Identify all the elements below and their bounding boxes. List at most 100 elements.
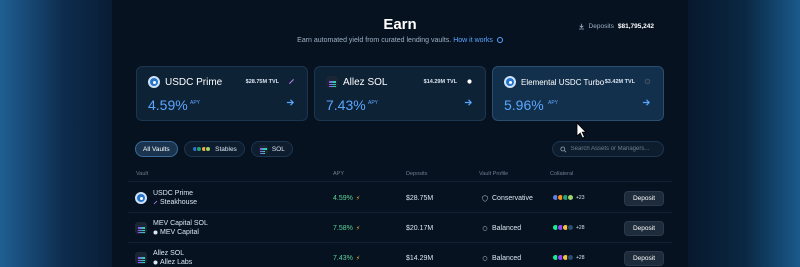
steakhouse-icon <box>289 79 294 84</box>
divider <box>128 181 672 182</box>
vault-apy: 7.43% ⚡ <box>333 255 360 262</box>
vault-curator: Steakhouse <box>153 199 197 206</box>
arrow-right-icon <box>286 99 295 106</box>
bolt-icon: ⚡ <box>355 256 361 262</box>
arrow-right-icon <box>464 99 473 106</box>
vault-deposits: $28.75M <box>406 195 434 202</box>
header-collateral: Collateral <box>550 171 574 177</box>
allez-labs-icon <box>467 79 472 84</box>
filter-sol[interactable]: SOL <box>250 141 293 157</box>
sol-icon <box>135 222 147 234</box>
apy-value: 7.58% <box>333 225 353 232</box>
card-apy-label: APY <box>190 100 201 106</box>
how-it-works-label: How it works <box>453 37 493 44</box>
usdc-icon <box>135 192 147 204</box>
card-tvl: $28.75M TVL <box>245 79 279 85</box>
steakhouse-icon <box>153 200 158 205</box>
vault-curator: MEV Capital <box>153 229 199 236</box>
vault-name: USDC Prime <box>153 190 194 197</box>
how-it-works-link[interactable]: How it works <box>453 37 503 44</box>
card-name: Allez SOL <box>343 76 388 88</box>
bolt-icon: ⚡ <box>355 196 361 202</box>
earn-page: Earn Earn automated yield from curated l… <box>112 0 688 267</box>
vault-profile: Balanced <box>482 255 521 262</box>
divider <box>128 212 672 213</box>
vault-apy: 7.58% ⚡ <box>333 225 360 232</box>
apy-value: 4.59% <box>333 195 353 202</box>
deposit-button[interactable]: Deposit <box>624 191 664 206</box>
card-name: Elemental USDC Turbo <box>521 77 605 87</box>
featured-card-elemental-usdc-turbo[interactable]: Elemental USDC Turbo $3.42M TVL 5.96% AP… <box>492 66 664 121</box>
card-apy: 7.43% <box>326 97 366 113</box>
vault-name: Allez SOL <box>153 250 185 257</box>
filter-label: Stables <box>215 145 237 153</box>
usdc-icon <box>148 76 160 88</box>
card-title: USDC Prime <box>148 76 222 88</box>
card-apy: 4.59% <box>148 97 188 113</box>
curator-name: Allez Labs <box>160 259 193 266</box>
card-name: USDC Prime <box>165 76 223 88</box>
card-tvl: $14.29M TVL <box>423 79 457 85</box>
filter-label: SOL <box>271 145 285 153</box>
bolt-icon: ⚡ <box>355 226 361 232</box>
header-deposits: Deposits <box>406 171 428 177</box>
search-box[interactable] <box>552 141 664 157</box>
vault-apy: 4.59% ⚡ <box>333 195 360 202</box>
subtitle-text: Earn automated yield from curated lendin… <box>297 37 452 44</box>
page-subtitle: Earn automated yield from curated lendin… <box>112 37 688 44</box>
card-tvl: $3.42M TVL <box>604 79 635 85</box>
vault-deposits: $20.17M <box>406 225 434 232</box>
card-apy-label: APY <box>548 100 559 106</box>
filter-label: All Vaults <box>143 145 170 153</box>
header-vault: Vault <box>136 171 149 177</box>
card-title: Elemental USDC Turbo <box>504 76 604 88</box>
search-icon <box>560 146 567 152</box>
shield-icon <box>482 195 488 202</box>
balance-icon <box>482 226 488 231</box>
mouse-cursor-icon <box>576 122 587 139</box>
stablecoins-icon <box>191 146 212 152</box>
filter-stables[interactable]: Stables <box>183 141 245 157</box>
sol-icon <box>326 76 338 88</box>
deposit-button[interactable]: Deposit <box>624 221 664 236</box>
filter-all-vaults[interactable]: All Vaults <box>135 141 178 157</box>
profile-label: Balanced <box>492 255 522 262</box>
card-apy-label: APY <box>368 100 379 106</box>
vault-name: MEV Capital SOL <box>153 220 208 227</box>
collateral-more: +28 <box>576 224 585 231</box>
profile-label: Conservative <box>492 195 533 202</box>
featured-card-usdc-prime[interactable]: USDC Prime $28.75M TVL 4.59% APY <box>136 66 308 121</box>
divider <box>128 242 672 243</box>
header-vault-profile: Vault Profile <box>479 171 509 177</box>
curator-name: Steakhouse <box>160 199 197 206</box>
card-title: Allez SOL <box>326 76 387 88</box>
search-input[interactable] <box>570 146 656 152</box>
arrow-right-icon <box>642 99 651 106</box>
total-deposits: Deposits $81,795,242 <box>578 23 654 30</box>
allez-labs-icon <box>153 260 158 265</box>
sol-icon <box>258 144 268 155</box>
vault-curator: Allez Labs <box>153 259 192 266</box>
vault-profile: Conservative <box>482 195 533 202</box>
collateral-more: +28 <box>576 254 585 261</box>
collateral-more: +23 <box>576 194 585 201</box>
featured-card-allez-sol[interactable]: Allez SOL $14.29M TVL 7.43% APY <box>314 66 486 121</box>
download-icon <box>578 23 584 30</box>
collateral-icons: +28 <box>552 224 584 231</box>
deposit-button[interactable]: Deposit <box>624 251 664 266</box>
balance-icon <box>482 256 488 261</box>
vault-deposits: $14.29M <box>406 255 434 262</box>
profile-label: Balanced <box>492 225 522 232</box>
collateral-icons: +28 <box>552 254 584 261</box>
deposits-value: $81,795,242 <box>617 23 654 30</box>
usdc-icon <box>504 76 516 88</box>
mev-capital-icon <box>153 230 158 235</box>
sol-icon <box>135 252 147 264</box>
info-icon <box>496 37 503 44</box>
header-apy: APY <box>333 171 345 177</box>
deposits-label: Deposits <box>588 23 614 30</box>
vault-filters: All Vaults Stables SOL <box>135 141 293 157</box>
collateral-icons: +23 <box>552 194 584 201</box>
curator-name: MEV Capital <box>160 229 199 236</box>
card-apy: 5.96% <box>504 97 544 113</box>
